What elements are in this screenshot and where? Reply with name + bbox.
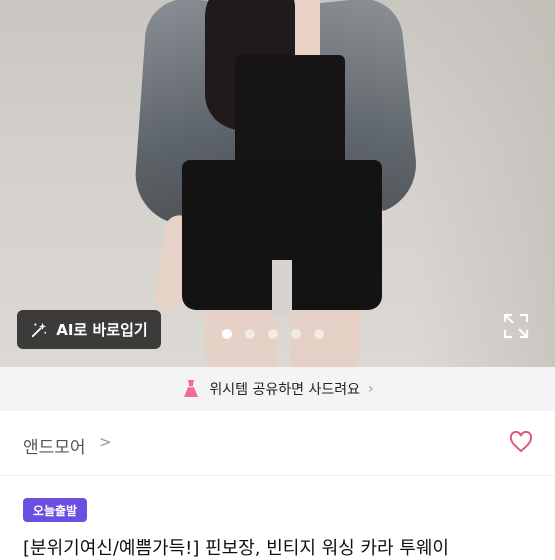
product-image[interactable]: AI로 바로입기 bbox=[0, 0, 555, 367]
dress-icon bbox=[184, 380, 199, 397]
wish-share-text: 위시템 공유하면 사드려요 bbox=[209, 382, 360, 398]
heart-icon[interactable] bbox=[509, 431, 533, 453]
ai-try-on-button[interactable]: AI로 바로입기 bbox=[17, 310, 161, 349]
magic-wand-icon bbox=[32, 322, 47, 337]
shop-link[interactable]: 앤드모어 > bbox=[0, 411, 555, 476]
photo-shorts-gap bbox=[272, 260, 292, 315]
chevron-right-icon: > bbox=[99, 433, 112, 451]
carousel-indicator bbox=[222, 329, 324, 339]
carousel-dot[interactable] bbox=[222, 329, 232, 339]
photo-top bbox=[235, 55, 345, 165]
expand-icon[interactable] bbox=[503, 313, 529, 339]
wish-share-banner[interactable]: 위시템 공유하면 사드려요 › bbox=[0, 367, 555, 411]
product-title: [분위기여신/예쁨가득!] 핀보장, 빈티지 워싱 카라 투웨이 bbox=[23, 538, 449, 559]
photo-background bbox=[415, 0, 555, 367]
carousel-dot[interactable] bbox=[314, 329, 324, 339]
carousel-dot[interactable] bbox=[268, 329, 278, 339]
shop-name[interactable]: 앤드모어 bbox=[23, 433, 86, 458]
same-day-shipping-badge: 오늘출발 bbox=[23, 498, 87, 522]
ai-try-on-label: AI로 바로입기 bbox=[56, 321, 148, 339]
chevron-right-icon: › bbox=[367, 381, 374, 397]
carousel-dot[interactable] bbox=[291, 329, 301, 339]
carousel-dot[interactable] bbox=[245, 329, 255, 339]
